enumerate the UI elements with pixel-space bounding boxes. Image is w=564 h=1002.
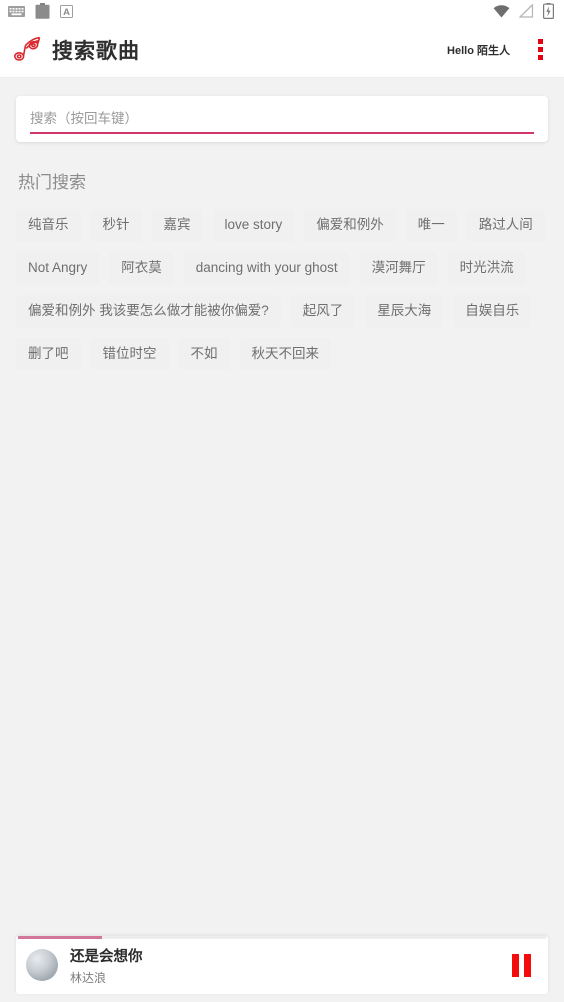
- hot-search-tag[interactable]: 纯音乐: [16, 209, 81, 242]
- pause-icon[interactable]: [508, 953, 534, 977]
- hot-search-tag[interactable]: 路过人间: [466, 209, 545, 242]
- signal-off-icon: [519, 4, 534, 18]
- hot-search-tag[interactable]: 时光洪流: [447, 251, 526, 285]
- hot-search-tag[interactable]: 偏爱和例外 我该要怎么做才能被你偏爱?: [16, 294, 281, 328]
- search-card: [16, 96, 548, 142]
- hot-search-tag[interactable]: love story: [212, 209, 295, 242]
- more-vertical-icon[interactable]: [530, 34, 550, 66]
- track-artist: 林达浪: [70, 970, 107, 985]
- ime-a-icon: A: [60, 4, 73, 18]
- hot-search-tag[interactable]: 秒针: [90, 209, 142, 242]
- menu-dot: [537, 39, 543, 44]
- hot-search-tag[interactable]: 不如: [178, 337, 230, 371]
- wifi-icon: [493, 4, 510, 18]
- hot-search-tag[interactable]: 错位时空: [90, 337, 169, 371]
- search-input[interactable]: [30, 111, 534, 134]
- hot-search-tag[interactable]: 自娱自乐: [453, 294, 532, 328]
- svg-text:A: A: [63, 7, 70, 18]
- brand[interactable]: 搜索歌曲: [12, 35, 140, 65]
- hot-search-tag[interactable]: Not Angry: [16, 251, 100, 285]
- status-bar: A: [0, 0, 564, 22]
- hot-search-tag[interactable]: 偏爱和例外: [304, 209, 396, 242]
- status-bar-left: A: [8, 3, 73, 19]
- hot-search-tag-list: 纯音乐 秒针 嘉宾 love story 偏爱和例外 唯一 路过人间 Not A…: [16, 209, 548, 371]
- album-art[interactable]: [26, 949, 58, 981]
- pause-bar: [511, 953, 519, 977]
- keyboard-icon: [8, 5, 25, 17]
- player-bar: 还是会想你 林达浪: [16, 936, 548, 994]
- main-content: 热门搜索 纯音乐 秒针 嘉宾 love story 偏爱和例外 唯一 路过人间 …: [0, 78, 564, 1002]
- status-bar-right: [493, 3, 558, 19]
- hot-search-tag[interactable]: 起风了: [290, 294, 356, 328]
- pause-bar: [523, 953, 531, 977]
- hot-search-title: 热门搜索: [18, 173, 86, 192]
- user-greeting[interactable]: Hello 陌生人: [447, 42, 510, 58]
- hot-search-tag[interactable]: 秋天不回来: [239, 337, 331, 371]
- track-meta: 还是会想你 林达浪: [70, 945, 508, 986]
- hot-search-tag[interactable]: 删了吧: [16, 337, 81, 371]
- playback-progress-bar[interactable]: [18, 936, 546, 939]
- playback-progress-fill: [18, 936, 103, 939]
- menu-dot: [537, 47, 543, 52]
- hot-search-tag[interactable]: 星辰大海: [365, 294, 444, 328]
- battery-charging-icon: [543, 3, 554, 19]
- hot-search-tag[interactable]: 嘉宾: [151, 209, 203, 242]
- hot-search-tag[interactable]: 漠河舞厅: [359, 251, 438, 285]
- clipboard-icon: [35, 3, 50, 19]
- music-note-icon: [12, 35, 46, 65]
- menu-dot: [537, 55, 543, 60]
- hot-search-tag[interactable]: 唯一: [405, 209, 457, 242]
- app-header: 搜索歌曲 Hello 陌生人: [0, 22, 564, 78]
- page-title: 搜索歌曲: [52, 39, 140, 63]
- hot-search-tag[interactable]: 阿衣莫: [109, 251, 174, 285]
- track-title: 还是会想你: [70, 948, 143, 965]
- hot-search-tag[interactable]: dancing with your ghost: [183, 251, 350, 285]
